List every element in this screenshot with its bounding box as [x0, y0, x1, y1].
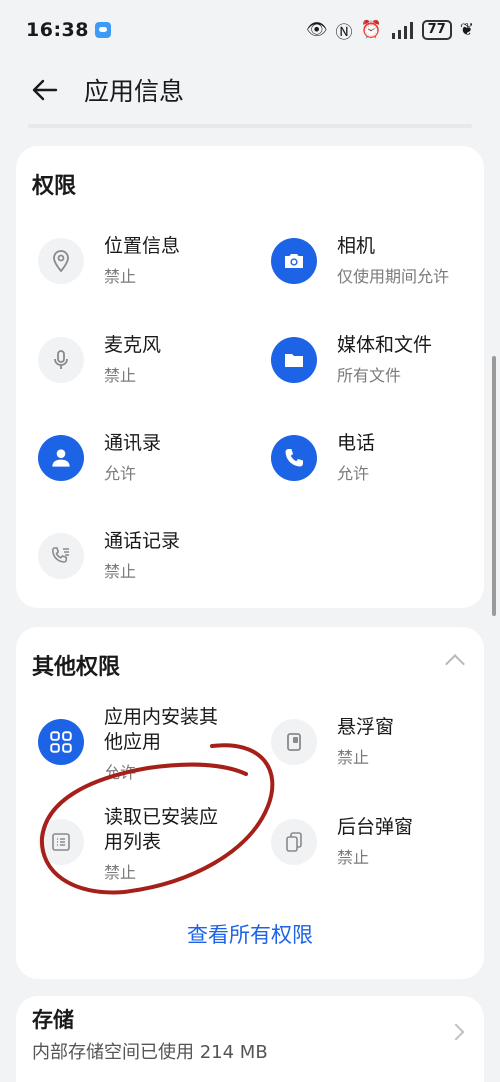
permission-status: 禁止 [337, 848, 370, 867]
battery-indicator: 77 [421, 20, 452, 40]
permission-read-app-list[interactable]: 读取已安装应用列表 禁止 [38, 805, 258, 905]
eye-icon: 👁 [305, 20, 328, 40]
permission-phone[interactable]: 电话 允许 [271, 431, 491, 521]
contacts-icon [38, 435, 84, 481]
camera-icon [271, 238, 317, 284]
permission-status: 禁止 [104, 366, 137, 385]
permission-name: 后台弹窗 [337, 816, 414, 838]
status-bar: 16:38 👁 Ⓝ ⏰ 77 ❦ [0, 0, 500, 60]
permission-background-popup[interactable]: 后台弹窗 禁止 [271, 815, 491, 905]
app-header: 应用信息 [0, 60, 500, 120]
permission-media-files[interactable]: 媒体和文件 所有文件 [271, 333, 491, 423]
status-time: 16:38 [26, 19, 89, 41]
background-popup-icon [271, 819, 317, 865]
other-permissions-title: 其他权限 [32, 655, 121, 680]
back-arrow-icon[interactable] [30, 75, 60, 105]
page-title: 应用信息 [84, 77, 185, 106]
permission-status: 禁止 [104, 267, 137, 286]
signal-icon [391, 22, 413, 39]
permission-status: 仅使用期间允许 [337, 267, 450, 286]
permission-name: 读取已安装应用列表 [104, 806, 219, 853]
permission-status: 禁止 [104, 863, 137, 882]
nfc-icon: Ⓝ [335, 22, 353, 43]
permission-microphone[interactable]: 麦克风 禁止 [38, 333, 258, 423]
permission-status: 允许 [104, 763, 137, 782]
folder-icon [271, 337, 317, 383]
collapse-chevron-icon[interactable] [445, 654, 465, 674]
permission-name: 通讯录 [104, 432, 162, 454]
permission-name: 电话 [337, 432, 376, 454]
floating-window-icon [271, 719, 317, 765]
permission-name: 麦克风 [104, 334, 162, 356]
chat-app-icon [94, 22, 111, 38]
storage-card[interactable]: 存储 内部存储空间已使用 214 MB [16, 996, 484, 1082]
permission-camera[interactable]: 相机 仅使用期间允许 [271, 234, 491, 324]
chevron-right-icon [447, 1023, 465, 1041]
permission-name: 相机 [337, 235, 376, 257]
alarm-icon: ⏰ [360, 20, 382, 40]
view-all-permissions-link[interactable]: 查看所有权限 [16, 919, 484, 949]
permission-status: 所有文件 [337, 366, 402, 385]
install-apps-icon [38, 719, 84, 765]
top-card-edge [28, 124, 472, 128]
permission-status: 禁止 [104, 562, 137, 581]
status-icons: 👁 Ⓝ ⏰ 77 ❦ [306, 18, 474, 43]
permissions-card: 权限 位置信息 禁止 相机 仅使用期间允许 麦克风 禁止 媒体和文件 所有文件 … [16, 146, 484, 608]
permission-location[interactable]: 位置信息 禁止 [38, 234, 258, 324]
permission-status: 允许 [104, 464, 137, 483]
permission-name: 位置信息 [104, 235, 181, 257]
phone-icon [271, 435, 317, 481]
permission-name: 悬浮窗 [337, 716, 395, 738]
call-log-icon [38, 533, 84, 579]
permission-name: 应用内安装其他应用 [104, 706, 219, 753]
permission-floating-window[interactable]: 悬浮窗 禁止 [271, 715, 491, 805]
permission-call-log[interactable]: 通话记录 禁止 [38, 529, 258, 619]
app-list-icon [38, 819, 84, 865]
permission-contacts[interactable]: 通讯录 允许 [38, 431, 258, 521]
location-icon [38, 238, 84, 284]
storage-title: 存储 [32, 1008, 74, 1032]
permissions-title: 权限 [32, 174, 77, 199]
scrollbar[interactable] [492, 356, 496, 616]
permission-name: 媒体和文件 [337, 334, 433, 356]
permission-name: 通话记录 [104, 530, 181, 552]
leaf-icon: ❦ [459, 20, 474, 40]
permission-install-apps[interactable]: 应用内安装其他应用 允许 [38, 705, 258, 805]
microphone-icon [38, 337, 84, 383]
permission-status: 禁止 [337, 748, 370, 767]
other-permissions-card: 其他权限 应用内安装其他应用 允许 悬浮窗 禁止 读取已安装应用列表 禁止 后台… [16, 627, 484, 979]
permission-status: 允许 [337, 464, 370, 483]
storage-usage: 内部存储空间已使用 214 MB [32, 1042, 268, 1063]
